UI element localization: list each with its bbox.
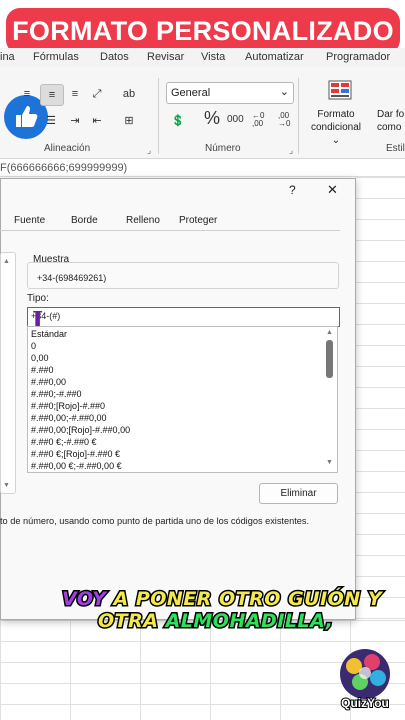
menu-item-pagina[interactable]: ina — [0, 51, 15, 63]
tab-proteger[interactable]: Proteger — [179, 215, 217, 226]
format-code-item[interactable]: #.##0 — [31, 365, 54, 375]
tab-borde[interactable]: Borde — [71, 215, 98, 226]
list-scrollbar-thumb[interactable] — [326, 340, 333, 378]
type-label: Tipo: — [27, 293, 49, 304]
percent-style-button[interactable]: % — [204, 108, 220, 129]
dialog-description: to de número, usando como punto de parti… — [0, 516, 310, 526]
format-as-table-button[interactable]: Dar fo como — [377, 108, 405, 134]
number-launcher-icon[interactable]: ⌟ — [289, 145, 293, 156]
tab-fuente[interactable]: Fuente — [14, 215, 45, 226]
menu-item-programador[interactable]: Programador — [326, 51, 390, 63]
subtitle-line-2: OTRA ALMOHADILLA, — [96, 609, 334, 634]
format-code-item[interactable]: Estándar — [31, 329, 67, 339]
comma-style-button[interactable]: 000 — [227, 114, 244, 125]
tab-divider — [0, 230, 340, 231]
format-code-item[interactable]: #.##0;-#.##0 — [31, 389, 82, 399]
menu-item-automatizar[interactable]: Automatizar — [245, 51, 304, 63]
wrap-text-icon[interactable]: ab — [118, 84, 140, 104]
format-code-item[interactable]: #.##0 €;-#.##0 € — [31, 437, 97, 447]
quizyou-logo: QuizYou — [332, 646, 398, 712]
menu-item-vista[interactable]: Vista — [201, 51, 225, 63]
format-table-label: Dar fo — [377, 109, 405, 120]
format-code-item[interactable]: #.##0,00 — [31, 377, 66, 387]
format-code-list[interactable]: Estándar 0 0,00 #.##0 #.##0,00 #.##0;-#.##0 #.… — [27, 326, 338, 473]
ribbon-divider — [298, 78, 299, 154]
subtitle-word: ALMOHADILLA, — [164, 609, 334, 634]
subtitle-line-1: VOY A PONER OTRO GUIÓN Y — [60, 587, 383, 612]
styles-group-label: Estile — [386, 143, 405, 154]
category-list[interactable] — [0, 252, 16, 494]
format-code-item[interactable]: 0 — [31, 341, 36, 351]
alignment-group-label: Alineación — [44, 143, 91, 154]
format-code-item[interactable]: #.##0,00;-#.##0,00 — [31, 413, 107, 423]
accounting-format-icon[interactable]: 💲 — [167, 110, 189, 130]
subtitle-text: OTRA — [96, 609, 159, 634]
outdent-icon[interactable]: ⇤ — [86, 110, 108, 130]
conditional-format-label-2: condicional ⌄ — [310, 122, 362, 146]
format-code-item[interactable]: #.##0 €;[Rojo]-#.##0 € — [31, 449, 120, 459]
indent-icon[interactable]: ⇥ — [64, 110, 86, 130]
decrease-decimal-button[interactable]: ,00 →0 — [278, 112, 294, 128]
align-left-icon[interactable]: ☰ — [40, 110, 62, 130]
scroll-down-icon[interactable]: ▼ — [3, 482, 10, 489]
orientation-icon[interactable]: ⤢ — [86, 84, 108, 104]
list-scroll-up-icon[interactable]: ▲ — [326, 329, 333, 336]
subtitle-word: VOY — [60, 587, 107, 612]
alignment-launcher-icon[interactable]: ⌟ — [147, 145, 151, 156]
format-code-item[interactable]: #.##0;[Rojo]-#.##0 — [31, 401, 105, 411]
menu-item-formulas[interactable]: Fórmulas — [33, 51, 79, 63]
conditional-format-icon — [328, 80, 352, 100]
align-bottom-icon[interactable]: ≡ — [64, 84, 86, 104]
formula-bar[interactable]: F(666666666;699999999) — [0, 160, 405, 177]
number-group-label: Número — [205, 143, 241, 154]
chevron-down-icon: ⌄ — [279, 86, 289, 98]
type-input[interactable]: +34-(#) — [27, 307, 340, 327]
format-code-item[interactable]: 0,00 — [31, 353, 49, 363]
format-code-item[interactable]: #.##0,00 €;-#.##0,00 € — [31, 461, 122, 471]
align-top-icon[interactable]: ≡ — [16, 84, 38, 104]
conditional-format-button[interactable]: Formato condicional ⌄ — [306, 108, 366, 147]
list-scroll-down-icon[interactable]: ▼ — [326, 459, 333, 466]
format-code-item[interactable]: #.##0,00;[Rojo]-#.##0,00 — [31, 425, 130, 435]
format-table-label-2: como — [377, 122, 402, 133]
merge-center-icon[interactable]: ⊞ — [118, 110, 140, 130]
align-middle-icon[interactable]: ≡ — [40, 84, 64, 106]
delete-format-button[interactable]: Eliminar — [259, 483, 338, 504]
help-icon[interactable]: ? — [289, 183, 296, 197]
tab-relleno[interactable]: Relleno — [126, 215, 160, 226]
ribbon-divider — [158, 78, 159, 154]
subtitle-text: A PONER OTRO GUIÓN Y — [112, 587, 383, 612]
menu-item-datos[interactable]: Datos — [100, 51, 129, 63]
number-format-select[interactable]: General ⌄ — [166, 82, 294, 104]
conditional-format-label: Formato — [317, 109, 355, 120]
ribbon-menu-bar: ina Fórmulas Datos Revisar Vista Automat… — [0, 48, 405, 66]
increase-decimal-button[interactable]: ←0 ,00 — [252, 112, 268, 128]
menu-item-revisar[interactable]: Revisar — [147, 51, 184, 63]
sample-value: +34-(698469261) — [37, 273, 107, 283]
close-icon[interactable]: ✕ — [327, 182, 338, 198]
scroll-up-icon[interactable]: ▲ — [3, 258, 10, 265]
logo-text: QuizYou — [340, 695, 390, 711]
